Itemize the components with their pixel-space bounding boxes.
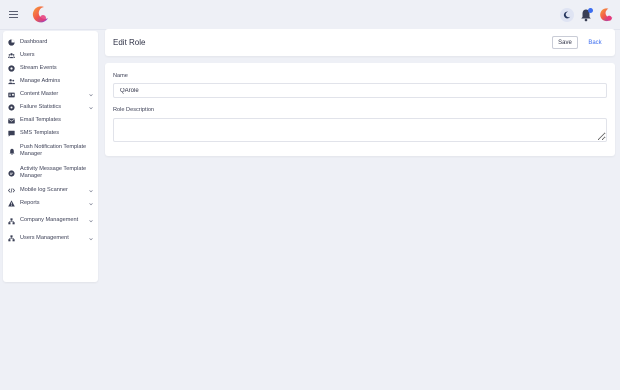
admins-icon bbox=[8, 78, 15, 85]
page-title: Edit Role bbox=[113, 38, 146, 47]
bell-icon[interactable] bbox=[580, 8, 593, 22]
company-icon bbox=[8, 217, 15, 225]
dashboard-icon bbox=[8, 39, 15, 46]
sidebar: Dashboard Users Stream Events Manage Adm… bbox=[3, 31, 98, 282]
chevron-down-icon bbox=[89, 189, 93, 192]
page-header: Edit Role Save Back bbox=[105, 29, 615, 56]
notification-dot bbox=[588, 8, 593, 13]
sidebar-item-label: Company Management bbox=[20, 217, 79, 224]
sidebar-item-label: Manage Admins bbox=[20, 77, 61, 84]
warning-icon bbox=[8, 200, 15, 207]
app-logo[interactable] bbox=[30, 5, 50, 25]
sidebar-item-label: Activity Message Template Manager bbox=[20, 165, 87, 180]
sidebar-item-label: Stream Events bbox=[20, 64, 57, 71]
top-bar bbox=[0, 0, 620, 30]
menu-icon[interactable] bbox=[9, 11, 18, 19]
users-management-icon bbox=[8, 235, 15, 242]
chevron-down-icon bbox=[89, 237, 93, 240]
code-icon bbox=[8, 187, 15, 194]
sidebar-item-label: Content Master bbox=[20, 90, 59, 97]
name-input[interactable] bbox=[113, 83, 607, 98]
edit-role-form: Name Role Description bbox=[105, 63, 615, 156]
name-label: Name bbox=[113, 73, 128, 79]
message-icon bbox=[8, 169, 15, 177]
email-icon bbox=[8, 117, 15, 124]
role-description-label: Role Description bbox=[113, 107, 155, 113]
sidebar-item-manage-admins[interactable]: Manage Admins bbox=[3, 75, 98, 88]
sidebar-item-failure-statistics[interactable]: Failure Statistics bbox=[3, 101, 98, 114]
sidebar-item-label: Failure Statistics bbox=[20, 103, 62, 110]
sidebar-item-label: SMS Templates bbox=[20, 129, 60, 136]
sidebar-item-dashboard[interactable]: Dashboard bbox=[3, 36, 98, 49]
save-button[interactable]: Save bbox=[552, 36, 578, 49]
sidebar-item-label: Dashboard bbox=[20, 38, 48, 45]
chevron-down-icon bbox=[89, 93, 93, 96]
sidebar-item-stream-events[interactable]: Stream Events bbox=[3, 62, 98, 75]
moon-icon[interactable] bbox=[560, 8, 574, 22]
stream-icon bbox=[8, 65, 15, 72]
gear-icon bbox=[8, 104, 15, 111]
sidebar-item-users[interactable]: Users bbox=[3, 49, 98, 62]
sidebar-item-mobile-log-scanner[interactable]: Mobile log Scanner bbox=[3, 184, 98, 197]
sidebar-item-label: Mobile log Scanner bbox=[20, 186, 68, 193]
sidebar-item-email-templates[interactable]: Email Templates bbox=[3, 114, 98, 127]
sidebar-item-activity-message-template-manager[interactable]: Activity Message Template Manager bbox=[3, 162, 98, 184]
sidebar-item-push-notification-template-manager[interactable]: Push Notification Template Manager bbox=[3, 140, 98, 162]
sidebar-item-company-management[interactable]: Company Management bbox=[3, 210, 98, 232]
sidebar-item-label: Email Templates bbox=[20, 116, 61, 123]
sidebar-item-label: Push Notification Template Manager bbox=[20, 143, 87, 158]
sidebar-item-label: Users bbox=[20, 51, 35, 58]
chevron-down-icon bbox=[89, 220, 93, 223]
avatar[interactable] bbox=[598, 7, 614, 23]
bell-icon bbox=[8, 148, 15, 155]
sidebar-item-label: Users Management bbox=[20, 234, 69, 241]
chevron-down-icon bbox=[89, 202, 93, 205]
sidebar-item-users-management[interactable]: Users Management bbox=[3, 232, 98, 245]
sms-icon bbox=[8, 130, 15, 137]
users-icon bbox=[8, 52, 15, 59]
back-link[interactable]: Back bbox=[585, 36, 605, 49]
sidebar-item-content-master[interactable]: Content Master bbox=[3, 88, 98, 101]
chevron-down-icon bbox=[89, 106, 93, 109]
sidebar-item-reports[interactable]: Reports bbox=[3, 197, 98, 210]
role-description-textarea[interactable] bbox=[113, 118, 607, 142]
sidebar-item-label: Reports bbox=[20, 199, 40, 206]
sidebar-item-sms-templates[interactable]: SMS Templates bbox=[3, 127, 98, 140]
content-icon bbox=[8, 91, 15, 98]
